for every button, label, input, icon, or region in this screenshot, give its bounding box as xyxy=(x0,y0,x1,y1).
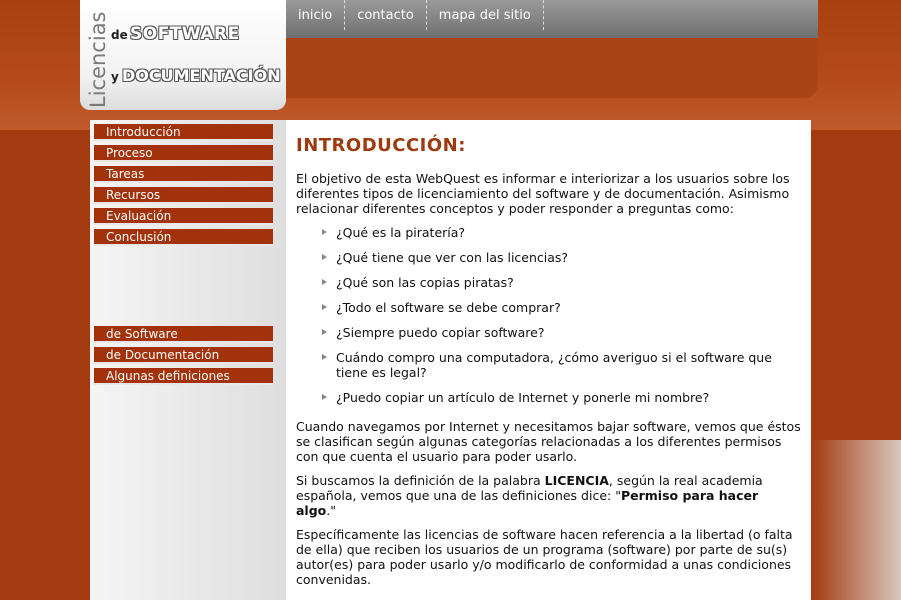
definition-text-pre: Si buscamos la definición de la palabra xyxy=(296,473,545,488)
sidebar-item-evaluacion[interactable]: Evaluación xyxy=(94,208,273,225)
list-item: ¿Qué es la piratería? xyxy=(320,225,801,240)
nav-contacto[interactable]: contacto xyxy=(345,0,427,30)
sidebar-item-recursos[interactable]: Recursos xyxy=(94,187,273,204)
sidebar-item-conclusion[interactable]: Conclusión xyxy=(94,229,273,246)
top-navigation: inicio contacto mapa del sitio xyxy=(286,0,818,38)
sidebar-item-proceso[interactable]: Proceso xyxy=(94,145,273,162)
logo-documentacion: DOCUMENTACIÓN xyxy=(122,66,281,85)
paragraph-download: Cuando navegamos por Internet y necesita… xyxy=(296,419,801,464)
logo-de: de xyxy=(111,28,128,42)
list-item: ¿Todo el software se debe comprar? xyxy=(320,300,801,315)
definition-text-end: ." xyxy=(326,503,336,518)
licencia-bold: LICENCIA xyxy=(544,473,609,488)
nav-mapa-del-sitio[interactable]: mapa del sitio xyxy=(427,0,544,30)
nav-inicio[interactable]: inicio xyxy=(286,0,346,30)
sidebar: Introducción Proceso Tareas Recursos Eva… xyxy=(90,120,286,600)
site-logo[interactable]: Licencias de SOFTWARE y DOCUMENTACIÓN xyxy=(80,0,286,110)
sidebar-item-de-software[interactable]: de Software xyxy=(94,326,273,343)
list-item: ¿Puedo copiar un artículo de Internet y … xyxy=(320,390,801,405)
sidebar-item-introduccion[interactable]: Introducción xyxy=(94,124,273,141)
logo-software: SOFTWARE xyxy=(130,24,240,44)
sidebar-item-de-documentacion[interactable]: de Documentación xyxy=(94,347,273,364)
paragraph-definition: Si buscamos la definición de la palabra … xyxy=(296,473,801,518)
intro-paragraph: El objetivo de esta WebQuest es informar… xyxy=(296,171,790,216)
page-title: INTRODUCCIÓN: xyxy=(296,135,466,156)
list-item: ¿Qué tiene que ver con las licencias? xyxy=(320,250,801,265)
background-fade xyxy=(811,440,901,600)
sidebar-item-tareas[interactable]: Tareas xyxy=(94,166,273,183)
header-curve xyxy=(286,38,818,98)
question-list: ¿Qué es la piratería? ¿Qué tiene que ver… xyxy=(296,225,801,405)
list-item: Cuándo compro una computadora, ¿cómo ave… xyxy=(320,350,801,380)
main-content: INTRODUCCIÓN: El objetivo de esta WebQue… xyxy=(286,120,811,600)
list-item: ¿Qué son las copias piratas? xyxy=(320,275,801,290)
paragraph-licenses: Específicamente las licencias de softwar… xyxy=(296,527,793,587)
sidebar-item-algunas-definiciones[interactable]: Algunas definiciones xyxy=(94,368,273,385)
logo-vertical-text: Licencias xyxy=(86,11,110,109)
logo-y: y xyxy=(111,70,119,84)
list-item: ¿Siempre puedo copiar software? xyxy=(320,325,801,340)
